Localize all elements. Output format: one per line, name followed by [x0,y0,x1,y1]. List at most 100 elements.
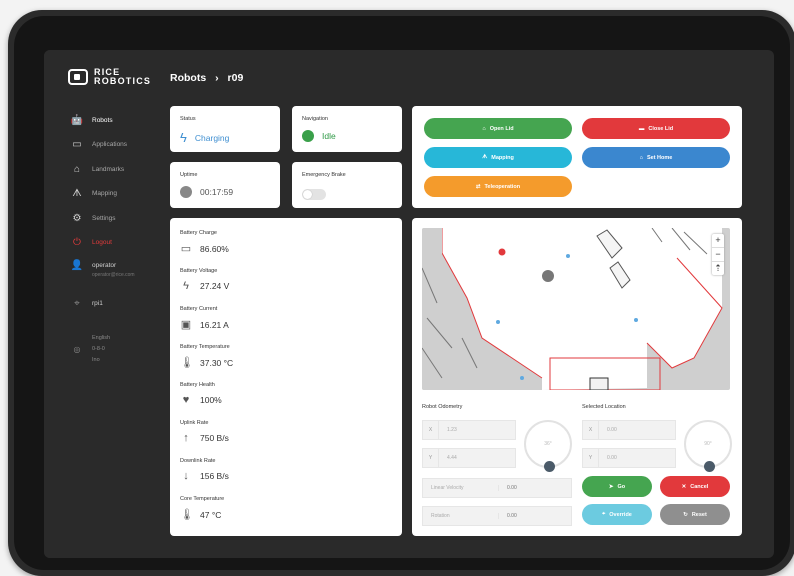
compass-button[interactable]: ⇡ [712,261,724,275]
sidebar-item-logout[interactable]: ⏻ Logout [70,231,162,256]
rotation-field[interactable]: Rotation 0.00 [422,506,572,526]
robot-position-marker [498,248,506,256]
selected-heading-dial[interactable]: 90° [684,420,732,472]
sidebar-item-landmarks[interactable]: ⌂ Landmarks [70,157,162,182]
battery-health-item: Battery Health ♥ 100% [180,382,222,406]
sidebar-item-label: Mapping [92,190,117,198]
idle-indicator-icon [302,130,314,142]
uptime-value: 00:17:59 [200,187,234,197]
reset-button[interactable]: ↻ Reset [660,504,730,525]
sidebar-item-mapping[interactable]: ᗑ Mapping [70,182,162,207]
floor-map[interactable]: + − ⇡ [422,228,730,390]
extra-label: Ino [92,357,100,363]
navigation-label: Navigation [302,116,328,122]
monitor-icon: ▭ [72,139,82,151]
battery-health-label: Battery Health [180,382,215,388]
brand-logo: RICE ROBOTICS [68,68,151,86]
open-lid-button[interactable]: ⌂ Open Lid [424,118,572,139]
rotation-label: Rotation [423,513,499,519]
linear-velocity-field[interactable]: Linear Velocity 0.00 [422,478,572,498]
open-lid-label: Open Lid [489,125,514,132]
battery-temperature-value: 37.30 °C [200,357,234,368]
downlink-rate-item: Downlink Rate ↓ 156 B/s [180,458,229,482]
app-screen: RICE ROBOTICS 🤖 Robots ▭ Applications ⌂ … [44,50,774,558]
selected-x-field[interactable]: X 0.00 [582,420,676,440]
mapping-icon: ᗑ [482,154,488,160]
home-icon: ⌂ [639,154,643,161]
uptime-label: Uptime [180,172,198,178]
close-icon: ✕ [681,483,687,490]
zoom-in-button[interactable]: + [712,234,724,247]
selected-x-value: 0.00 [607,427,617,433]
brand-line2: ROBOTICS [94,76,152,86]
selected-y-value: 0.00 [607,455,617,461]
emergency-brake-toggle[interactable] [302,189,326,200]
override-button[interactable]: ⌖ Override [582,504,652,525]
settings-icon: ⚙ [72,212,82,224]
cancel-button[interactable]: ✕ Cancel [660,476,730,497]
battery-current-label: Battery Current [180,306,218,312]
navigation-value: Idle [322,131,336,141]
site-label: rpi1 [92,300,103,307]
y-prefix: Y [583,449,599,467]
set-home-label: Set Home [646,154,673,161]
selected-y-field[interactable]: Y 0.00 [582,448,676,468]
battery-current-value: 16.21 A [200,319,229,330]
emergency-brake-card: Emergency Brake [292,162,402,208]
odometry-x-field[interactable]: X 1.23 [422,420,516,440]
battery-current-item: Battery Current ▣ 16.21 A [180,306,229,331]
dial-knob[interactable] [704,461,715,472]
mapping-button[interactable]: ᗑ Mapping [424,147,572,168]
downlink-rate-value: 156 B/s [200,471,229,481]
lightning-icon: ϟ [180,130,187,145]
battery-voltage-value: 27.24 V [200,281,230,291]
language-block[interactable]: English ◎ 0-8-0 Ino [70,333,111,366]
y-prefix: Y [423,449,439,467]
user-icon: 👤 [70,260,84,271]
breadcrumb-current: r09 [227,72,244,84]
lid-open-icon: ⌂ [482,125,486,132]
linear-velocity-label: Linear Velocity [423,485,499,491]
status-card: Status ϟ Charging [170,106,280,152]
x-prefix: X [423,421,439,439]
battery-charge-label: Battery Charge [180,230,217,236]
sidebar-item-label: Settings [92,214,116,222]
core-temperature-value: 47 °C [200,509,222,520]
robot-odometry-label: Robot Odometry [422,404,463,410]
sidebar-item-applications[interactable]: ▭ Applications [70,133,162,158]
close-lid-button[interactable]: ▬ Close Lid [582,118,730,139]
odometry-heading-value: 36° [544,441,552,447]
battery-temperature-label: Battery Temperature [180,344,230,350]
landmark-icon: ⌂ [73,163,81,175]
breadcrumb-root[interactable]: Robots [170,72,206,84]
odometry-heading-dial[interactable]: 36° [524,420,572,472]
uplink-rate-value: 750 B/s [200,433,229,443]
breadcrumb-separator: › [215,72,219,84]
lightning-icon: ϟ [183,280,189,292]
cancel-label: Cancel [690,483,709,490]
x-prefix: X [583,421,599,439]
arrows-icon: ⇄ [475,183,481,190]
sidebar-item-label: Robots [92,116,113,124]
downlink-rate-label: Downlink Rate [180,458,216,464]
zoom-out-button[interactable]: − [712,247,724,261]
rotation-value: 0.00 [507,513,517,519]
set-home-button[interactable]: ⌂ Set Home [582,147,730,168]
user-block[interactable]: 👤 operator operator@rice.com ⌖ rpi1 [70,260,135,309]
sidebar-item-label: Landmarks [92,165,125,173]
selected-heading-value: 90° [704,441,712,447]
dial-knob[interactable] [544,461,555,472]
teleoperation-button[interactable]: ⇄ Teleoperation [424,176,572,197]
uplink-rate-label: Uplink Rate [180,420,209,426]
thermometer-icon: 🌡 [180,509,194,521]
pin-icon: ⌖ [602,511,606,517]
odometry-y-field[interactable]: Y 4.44 [422,448,516,468]
lid-close-icon: ▬ [638,125,645,132]
sidebar-item-robots[interactable]: 🤖 Robots [70,108,162,133]
refresh-icon: ↻ [683,511,688,518]
logo-icon [68,69,88,85]
version-label: 0-8-0 [92,346,105,352]
sidebar-item-settings[interactable]: ⚙ Settings [70,206,162,231]
go-button[interactable]: ➤ Go [582,476,652,497]
location-pin-icon: ⌖ [74,298,80,309]
